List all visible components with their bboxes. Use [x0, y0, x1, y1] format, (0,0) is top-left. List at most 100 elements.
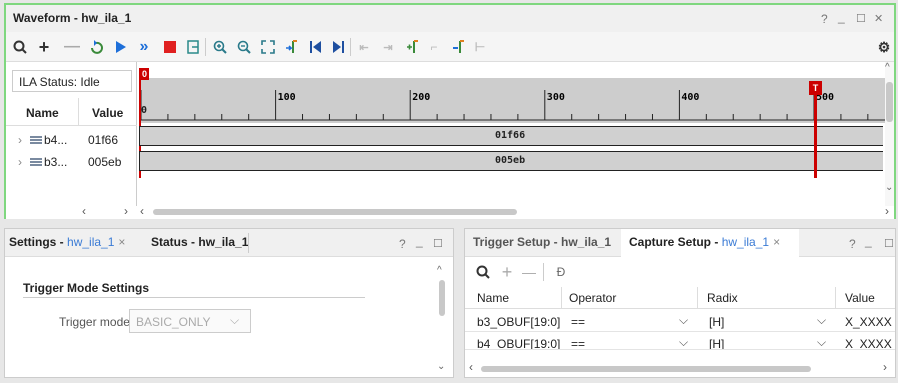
gear-icon[interactable]: ⚙ — [876, 39, 892, 55]
prev-transition-icon[interactable]: ⇤ — [356, 39, 372, 55]
tab-title: Status — [151, 235, 188, 249]
go-to-cursor-icon[interactable] — [284, 39, 300, 55]
tab-status[interactable]: Status - hw_ila_1 — [151, 235, 248, 249]
name-column-header[interactable]: Name — [26, 106, 59, 120]
search-icon[interactable] — [12, 39, 28, 55]
table-row[interactable]: b4_OBUF[19:0] == ⌵ [H] ⌵ X_XXXX — [465, 332, 895, 350]
minimize-icon[interactable]: _ — [838, 10, 845, 24]
next-transition-icon[interactable]: ⇥ — [380, 39, 396, 55]
signal-row[interactable]: › b3... 005eb — [6, 152, 137, 174]
chevron-down-icon[interactable]: ⌵ — [679, 335, 688, 349]
swap-cursors-icon[interactable]: ⊢ — [472, 39, 488, 55]
signal-value: 01f66 — [88, 133, 119, 147]
tab-settings[interactable]: Settings - hw_ila_1 × — [9, 235, 125, 249]
tab-title: Capture Setup — [629, 235, 712, 249]
export-icon[interactable] — [185, 39, 201, 55]
help-icon[interactable]: ? — [399, 237, 406, 251]
ruler-label: 200 — [412, 92, 430, 103]
go-to-end-icon[interactable] — [330, 39, 346, 55]
trigger-marker-line — [814, 95, 817, 178]
radix-select[interactable]: [H] — [709, 337, 724, 349]
signal-name: b4... — [44, 133, 68, 147]
name-column-header[interactable]: Name — [477, 291, 509, 305]
radix-column-header[interactable]: Radix — [707, 291, 738, 305]
operator-select[interactable]: == — [571, 337, 585, 349]
bus-waveform: 005eb — [139, 151, 883, 171]
expand-chevron-icon[interactable]: › — [18, 155, 22, 169]
next-marker-icon[interactable] — [450, 39, 466, 55]
run-trigger-icon[interactable] — [113, 39, 129, 55]
chevron-down-icon[interactable]: ⌵ — [817, 335, 826, 349]
horizontal-scroll-thumb[interactable] — [153, 209, 517, 215]
time-ruler[interactable]: 100 200 300 400 500 0 — [139, 78, 885, 123]
logic-gate-icon[interactable]: Ð — [553, 264, 569, 280]
minimize-icon[interactable]: _ — [865, 234, 872, 248]
zoom-out-icon[interactable] — [236, 39, 252, 55]
radix-select[interactable]: [H] — [709, 315, 724, 329]
waveform-title: Waveform - hw_ila_1 — [13, 11, 132, 25]
table-row[interactable]: b3_OBUF[19:0] == ⌵ [H] ⌵ X_XXXX — [465, 310, 895, 332]
scroll-right-icon[interactable]: › — [883, 360, 887, 374]
close-tab-icon[interactable]: × — [118, 235, 125, 249]
value-column-header[interactable]: Value — [845, 291, 875, 305]
zoom-fit-icon[interactable] — [260, 39, 276, 55]
signal-list-panel: ILA Status: Idle Name Value › b4... 01f6… — [6, 62, 137, 207]
bus-waveform: 01f66 — [139, 126, 883, 146]
expand-chevron-icon[interactable]: › — [18, 133, 22, 147]
zoom-in-icon[interactable] — [212, 39, 228, 55]
vertical-scrollbar[interactable]: ^ ⌄ — [437, 265, 447, 375]
scroll-left-icon[interactable]: ‹ — [469, 360, 473, 374]
chevron-down-icon[interactable]: ⌵ — [817, 313, 826, 328]
remove-icon[interactable]: — — [64, 38, 80, 55]
capture-toolbar: + — Ð — [465, 257, 895, 287]
maximize-icon[interactable]: ☐ — [856, 12, 866, 25]
close-tab-icon[interactable]: × — [773, 235, 780, 249]
waveform-canvas[interactable]: 100 200 300 400 500 0 0 01f66 005eb T — [137, 62, 885, 190]
scroll-left-icon[interactable]: ‹ — [82, 204, 86, 218]
bus-icon — [30, 134, 42, 148]
minimize-icon[interactable]: _ — [416, 234, 423, 248]
operator-column-header[interactable]: Operator — [569, 291, 616, 305]
stop-icon[interactable] — [162, 39, 178, 55]
go-to-start-icon[interactable] — [308, 39, 324, 55]
maximize-icon[interactable]: ☐ — [433, 237, 443, 250]
scroll-right-icon[interactable]: › — [885, 204, 889, 218]
trigger-mode-label: Trigger mode: — [59, 315, 134, 329]
scroll-right-icon[interactable]: › — [124, 204, 128, 218]
scroll-left-icon[interactable]: ‹ — [140, 204, 144, 218]
signal-column-header: Name Value — [6, 98, 137, 126]
help-icon[interactable]: ? — [821, 12, 828, 26]
chevron-down-icon[interactable]: ⌵ — [679, 313, 688, 328]
probe-name: b3_OBUF[19:0] — [477, 315, 561, 329]
refresh-icon[interactable] — [88, 39, 104, 55]
add-icon[interactable]: + — [499, 262, 515, 282]
vertical-scrollbar[interactable]: ^ ⌄ — [885, 62, 894, 207]
add-marker-icon[interactable] — [404, 39, 420, 55]
settings-tab-bar: Settings - hw_ila_1 × Status - hw_ila_1 ?… — [5, 229, 453, 257]
trigger-mode-select[interactable]: BASIC_ONLY ⌵ — [129, 309, 251, 333]
tab-subtitle: hw_ila_1 — [198, 235, 249, 249]
add-icon[interactable]: + — [36, 37, 52, 57]
help-icon[interactable]: ? — [849, 237, 856, 251]
remove-icon[interactable]: — — [521, 264, 537, 280]
tab-capture-setup[interactable]: Capture Setup - hw_ila_1 × — [629, 235, 780, 249]
run-immediate-icon[interactable]: » — [136, 38, 152, 55]
operator-select[interactable]: == — [571, 315, 585, 329]
start-marker[interactable]: 0 — [140, 68, 149, 80]
value-column-header[interactable]: Value — [92, 106, 123, 120]
signal-row[interactable]: › b4... 01f66 — [6, 130, 137, 152]
close-icon[interactable]: ✕ — [874, 12, 883, 25]
search-icon[interactable] — [475, 264, 491, 280]
tab-trigger-setup[interactable]: Trigger Setup - hw_ila_1 — [473, 235, 611, 249]
maximize-icon[interactable]: ☐ — [884, 237, 894, 250]
horizontal-scroll-thumb[interactable] — [481, 366, 811, 372]
prev-marker-icon[interactable]: ⌐ — [426, 39, 442, 55]
signal-name: b3... — [44, 155, 68, 169]
horizontal-scrollbar[interactable]: ‹ › — [465, 360, 895, 375]
bus-value-label: 005eb — [495, 155, 526, 166]
table-header: Name Operator Radix Value — [465, 287, 895, 309]
tab-title: Settings — [9, 235, 57, 249]
value-field[interactable]: X_XXXX — [845, 337, 892, 349]
value-field[interactable]: X_XXXX — [845, 315, 892, 329]
trigger-marker[interactable]: T — [809, 81, 822, 95]
